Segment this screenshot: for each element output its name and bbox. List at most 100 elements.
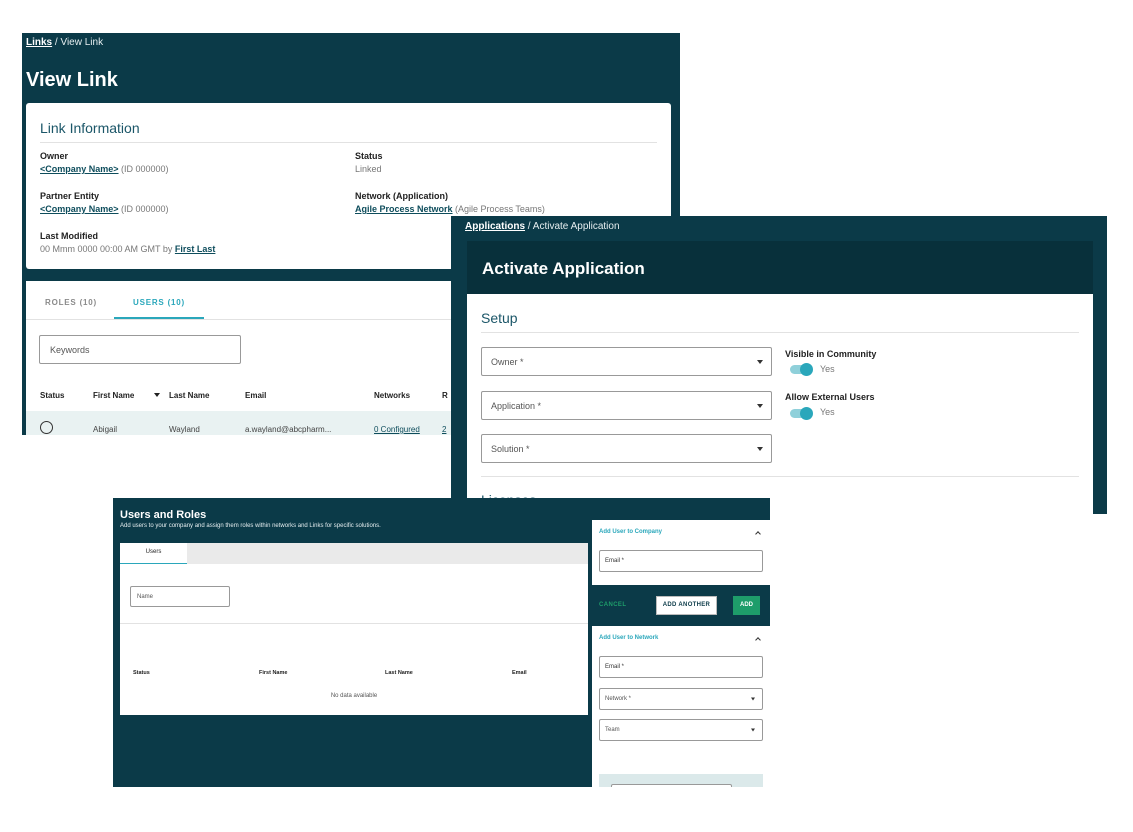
team-select[interactable]: Team	[599, 719, 763, 741]
status-field: Status Linked	[355, 150, 383, 176]
check-circle-icon	[40, 421, 53, 434]
card-title: Link Information	[40, 120, 140, 136]
breadcrumb-applications-link[interactable]: Applications	[465, 221, 525, 232]
chevron-up-icon[interactable]	[755, 531, 761, 537]
page-title: View Link	[26, 69, 118, 91]
add-user-to-network-card: Add User to Network Email * Network * Te…	[592, 626, 770, 787]
owner-id: (ID 000000)	[118, 164, 169, 174]
column-status[interactable]: Status	[40, 391, 64, 400]
visible-in-community-toggle[interactable]	[790, 363, 813, 376]
cell-networks-link[interactable]: 0 Configured	[374, 425, 420, 434]
tab-users[interactable]: USERS (10)	[133, 298, 185, 307]
name-input[interactable]: Name	[130, 586, 230, 607]
breadcrumb: Links / View Link	[26, 37, 103, 48]
network-team: (Agile Process Teams)	[452, 204, 545, 214]
column-status[interactable]: Status	[133, 670, 150, 676]
role-assignment-box: Role	[599, 774, 763, 787]
setup-form: Setup Owner * Application * Solution * V…	[467, 294, 1093, 514]
users-table-card: Users Name Status First Name Last Name E…	[120, 543, 588, 715]
cell-r-link[interactable]: 2	[442, 425, 446, 434]
last-modified-field: Last Modified 00 Mmm 0000 00:00 AM GMT b…	[40, 230, 215, 256]
allow-external-users-toggle[interactable]	[790, 407, 813, 420]
application-select[interactable]: Application *	[481, 391, 772, 420]
column-first-name[interactable]: First Name	[259, 670, 287, 676]
users-and-roles-panel: Users and Roles Add users to your compan…	[113, 498, 770, 787]
network-label: Network (Application)	[355, 191, 449, 201]
owner-select-label: Owner *	[491, 356, 524, 367]
visible-in-community-value: Yes	[820, 364, 835, 374]
activate-application-panel: Applications / Activate Application Acti…	[451, 216, 1107, 514]
company-email-label: Email *	[605, 558, 625, 564]
owner-select[interactable]: Owner *	[481, 347, 772, 376]
network-link[interactable]: Agile Process Network	[355, 204, 453, 214]
owner-field: Owner <Company Name> (ID 000000)	[40, 150, 169, 176]
page-title: Activate Application	[482, 259, 645, 278]
divider	[40, 142, 657, 143]
column-last-name[interactable]: Last Name	[169, 391, 209, 400]
keywords-input[interactable]: Keywords	[39, 335, 241, 364]
company-email-field[interactable]: Email *	[599, 550, 763, 572]
page-subtitle: Add users to your company and assign the…	[120, 523, 381, 529]
column-last-name[interactable]: Last Name	[385, 670, 413, 676]
owner-company-link[interactable]: <Company Name>	[40, 164, 119, 174]
allow-external-users-value: Yes	[820, 407, 835, 417]
divider	[481, 332, 1079, 333]
breadcrumb-links-link[interactable]: Links	[26, 37, 52, 48]
team-select-label: Team	[605, 727, 620, 733]
visible-in-community-label: Visible in Community	[785, 349, 877, 359]
divider	[120, 623, 588, 624]
caret-down-icon	[757, 403, 763, 408]
column-first-name[interactable]: First Name	[93, 391, 134, 400]
allow-external-users-label: Allow External Users	[785, 392, 875, 402]
add-button[interactable]: ADD	[733, 596, 760, 615]
breadcrumb: Applications / Activate Application	[465, 221, 620, 232]
modified-by-link[interactable]: First Last	[175, 244, 216, 254]
solution-select[interactable]: Solution *	[481, 434, 772, 463]
add-another-button[interactable]: ADD ANOTHER	[656, 596, 717, 615]
toggle-knob	[800, 407, 813, 420]
network-field: Network (Application) Agile Process Netw…	[355, 190, 545, 216]
chevron-up-icon[interactable]	[755, 637, 761, 643]
breadcrumb-current: / View Link	[52, 37, 104, 48]
status-label: Status	[355, 151, 383, 161]
network-email-field[interactable]: Email *	[599, 656, 763, 678]
no-data-message: No data available	[330, 693, 378, 699]
column-networks[interactable]: Networks	[374, 391, 410, 400]
setup-title: Setup	[481, 310, 518, 326]
caret-down-icon	[751, 697, 755, 701]
network-select[interactable]: Network *	[599, 688, 763, 710]
role-select[interactable]: Role	[611, 784, 732, 787]
sort-down-icon[interactable]	[154, 393, 160, 397]
add-user-to-company-card: Add User to Company Email *	[592, 520, 770, 585]
tab-users[interactable]: Users	[120, 543, 187, 564]
column-email[interactable]: Email	[512, 670, 527, 676]
caret-down-icon	[757, 359, 763, 364]
network-email-label: Email *	[605, 664, 625, 670]
cell-first-name: Abigail	[93, 425, 118, 434]
last-modified-value: 00 Mmm 0000 00:00 AM GMT by	[40, 244, 175, 254]
divider	[481, 476, 1079, 477]
owner-label: Owner	[40, 151, 69, 161]
status-value: Linked	[355, 164, 382, 174]
cell-last-name: Wayland	[169, 425, 200, 434]
last-modified-label: Last Modified	[40, 231, 98, 241]
breadcrumb-current: / Activate Application	[525, 221, 620, 232]
add-user-to-company-title[interactable]: Add User to Company	[599, 529, 662, 535]
network-select-label: Network *	[605, 696, 632, 702]
name-placeholder: Name	[137, 594, 154, 600]
column-r[interactable]: R	[442, 391, 448, 400]
toggle-knob	[800, 363, 813, 376]
partner-id: (ID 000000)	[118, 204, 169, 214]
caret-down-icon	[757, 446, 763, 451]
keywords-placeholder: Keywords	[50, 345, 90, 355]
tab-bar	[120, 543, 588, 564]
cell-email: a.wayland@abcpharm...	[245, 425, 332, 434]
partner-entity-label: Partner Entity	[40, 191, 100, 201]
add-user-to-network-title[interactable]: Add User to Network	[599, 635, 658, 641]
column-email[interactable]: Email	[245, 391, 266, 400]
cancel-button[interactable]: CANCEL	[599, 602, 626, 608]
tab-roles[interactable]: ROLES (10)	[45, 298, 97, 307]
page-title: Users and Roles	[120, 509, 207, 521]
partner-company-link[interactable]: <Company Name>	[40, 204, 119, 214]
application-select-label: Application *	[491, 400, 542, 411]
